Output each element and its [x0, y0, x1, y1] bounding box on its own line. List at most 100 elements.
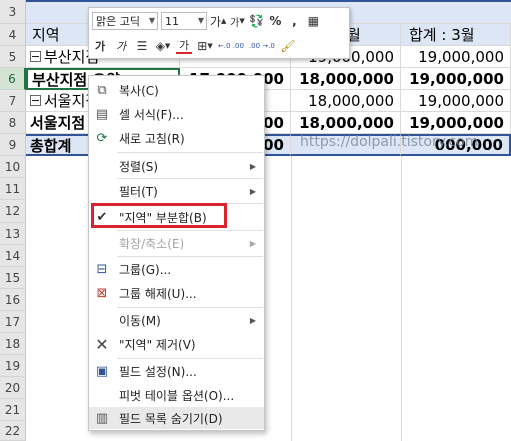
row-header-3[interactable]: 3	[0, 0, 26, 24]
menu-item-label: 피벗 테이블 옵션(O)...	[119, 388, 235, 403]
menu-separator	[117, 358, 263, 359]
menu-item-hide-field-list[interactable]: ▥ 필드 목록 숨기기(D)	[89, 407, 264, 429]
menu-separator	[117, 178, 263, 179]
font-size-combo[interactable]: 11 ▼	[161, 12, 207, 30]
menu-item-label: 그룹 해제(U)...	[119, 286, 197, 301]
collapse-icon[interactable]: −	[30, 95, 41, 106]
shrink-font-glyph: 가	[230, 17, 240, 29]
row-header-6[interactable]: 6	[0, 68, 26, 90]
menu-item-sort[interactable]: 정렬(S) ▶	[89, 155, 264, 177]
menu-separator	[117, 152, 263, 153]
align-center-icon[interactable]: ☰	[134, 37, 150, 55]
cell-r7-c3[interactable]: 19,000,000	[401, 90, 511, 112]
watermark-text: https://dolpali.tistory.com	[300, 134, 479, 150]
row-header-8[interactable]: 8	[0, 112, 26, 134]
borders-icon[interactable]: ⊞ ▼	[197, 37, 213, 55]
menu-item-label: 새로 고침(R)	[119, 131, 185, 146]
row-header-19[interactable]: 19	[0, 355, 26, 377]
font-color-button[interactable]: 가	[176, 38, 192, 54]
collapse-icon[interactable]: −	[30, 51, 41, 62]
row-header-18[interactable]: 18	[0, 333, 26, 355]
grid-line	[291, 156, 292, 441]
menu-item-filter[interactable]: 필터(T) ▶	[89, 180, 264, 202]
menu-item-field-settings[interactable]: ▣ 필드 설정(N)...	[89, 360, 264, 382]
shrink-font-button[interactable]: 가 ▼	[229, 12, 245, 30]
cell-r6-c3[interactable]: 19,000,000	[401, 68, 511, 90]
row-header-17[interactable]: 17	[0, 311, 26, 333]
region-header-text: 지역	[32, 26, 60, 44]
group-icon: ⊟	[96, 261, 108, 277]
format-painter-icon[interactable]: 🖌	[280, 37, 296, 55]
menu-item-refresh[interactable]: ⟳ 새로 고침(R)	[89, 127, 264, 149]
cell-r7-c2[interactable]: 18,000,000	[291, 90, 401, 112]
chevron-down-icon: ▼	[207, 42, 213, 50]
arrow-down-icon: ▼	[239, 17, 245, 25]
context-menu: ⧉ 복사(C) ▤ 셀 서식(F)... ⟳ 새로 고침(R) 정렬(S) ▶ …	[88, 75, 265, 431]
font-color-glyph: 가	[178, 39, 190, 52]
chevron-down-icon: ▼	[164, 42, 171, 50]
menu-item-group[interactable]: ⊟ 그룹(G)...	[89, 258, 264, 280]
row-header-20[interactable]: 20	[0, 377, 26, 399]
decrease-decimal-button[interactable]: .00 →.0	[249, 37, 275, 55]
remove-x-icon: ✕	[95, 334, 109, 354]
cell-r6-c2[interactable]: 18,000,000	[291, 68, 401, 90]
row-header-13[interactable]: 13	[0, 223, 26, 245]
menu-item-label: "지역" 제거(V)	[119, 337, 196, 352]
field-settings-icon: ▣	[95, 363, 109, 379]
row-header-21[interactable]: 21	[0, 399, 26, 421]
grow-font-glyph: 가	[210, 14, 222, 29]
mini-format-toolbar: 맑은 고딕 ▼ 11 ▼ 가 ▲ 가 ▼ 💱 % , ▦ 가 가 ☰ ◈ ▼ 가 ⊞ ▼…	[88, 7, 350, 59]
row-header-15[interactable]: 15	[0, 267, 26, 289]
row-header-11[interactable]: 11	[0, 178, 26, 200]
menu-item-pivot-options[interactable]: 피벗 테이블 옵션(O)...	[89, 384, 264, 406]
cell-r5-c3[interactable]: 19,000,000	[401, 46, 511, 68]
menu-item-label: 이동(M)	[119, 313, 161, 328]
cell-total-month3-header[interactable]: 합계 : 3월	[401, 24, 511, 46]
row-header-10[interactable]: 10	[0, 156, 26, 178]
grow-font-button[interactable]: 가 ▲	[210, 12, 226, 30]
menu-item-label: 필터(T)	[119, 184, 158, 199]
menu-separator	[117, 307, 263, 308]
row-header-5[interactable]: 5	[0, 46, 26, 68]
comma-button[interactable]: ,	[286, 12, 302, 30]
row-header-12[interactable]: 12	[0, 200, 26, 223]
row-header-14[interactable]: 14	[0, 245, 26, 267]
field-list-icon: ▥	[95, 410, 109, 426]
font-size-value: 11	[165, 14, 179, 28]
menu-item-remove-field[interactable]: ✕ "지역" 제거(V)	[89, 333, 264, 355]
menu-item-format-cells[interactable]: ▤ 셀 서식(F)...	[89, 103, 264, 125]
row-header-7[interactable]: 7	[0, 90, 26, 112]
chevron-down-icon: ▼	[148, 16, 155, 25]
chevron-right-icon: ▶	[249, 315, 256, 325]
accounting-format-icon[interactable]: 💱	[248, 12, 264, 30]
percent-button[interactable]: %	[267, 12, 283, 30]
format-cells-icon: ▤	[95, 106, 109, 122]
menu-item-expand-collapse[interactable]: 확장/축소(E) ▶	[89, 232, 264, 254]
menu-item-copy[interactable]: ⧉ 복사(C)	[89, 79, 264, 101]
menu-item-ungroup[interactable]: ⊠ 그룹 해제(U)...	[89, 282, 264, 304]
chevron-right-icon: ▶	[249, 186, 256, 196]
increase-decimal-button[interactable]: ←.0 .00	[218, 37, 244, 55]
fill-color-icon[interactable]: ◈ ▼	[155, 37, 171, 55]
menu-item-move[interactable]: 이동(M) ▶	[89, 309, 264, 331]
row-header-9[interactable]: 9	[0, 134, 26, 156]
row-header-4[interactable]: 4	[0, 24, 26, 46]
cell-r8-c3[interactable]: 19,000,000	[401, 112, 511, 134]
italic-button[interactable]: 가	[113, 37, 129, 55]
total-month3-header-text: 합계 : 3월	[409, 26, 475, 44]
highlight-box	[91, 203, 227, 228]
row-header-22[interactable]: 22	[0, 421, 26, 441]
menu-item-label: 셀 서식(F)...	[119, 107, 184, 122]
bold-button[interactable]: 가	[92, 37, 108, 55]
cell-r8-c2[interactable]: 18,000,000	[291, 112, 401, 134]
menu-item-label: 복사(C)	[119, 83, 159, 98]
menu-item-label: 정렬(S)	[119, 159, 159, 174]
format-table-icon[interactable]: ▦	[305, 12, 321, 30]
copy-icon: ⧉	[97, 82, 107, 98]
row-header-16[interactable]: 16	[0, 289, 26, 311]
font-name-combo[interactable]: 맑은 고딕 ▼	[92, 12, 158, 30]
menu-item-label: 그룹(G)...	[119, 262, 172, 277]
chevron-right-icon: ▶	[249, 161, 256, 171]
menu-item-label: 필드 설정(N)...	[119, 364, 197, 379]
ungroup-icon: ⊠	[96, 285, 108, 301]
